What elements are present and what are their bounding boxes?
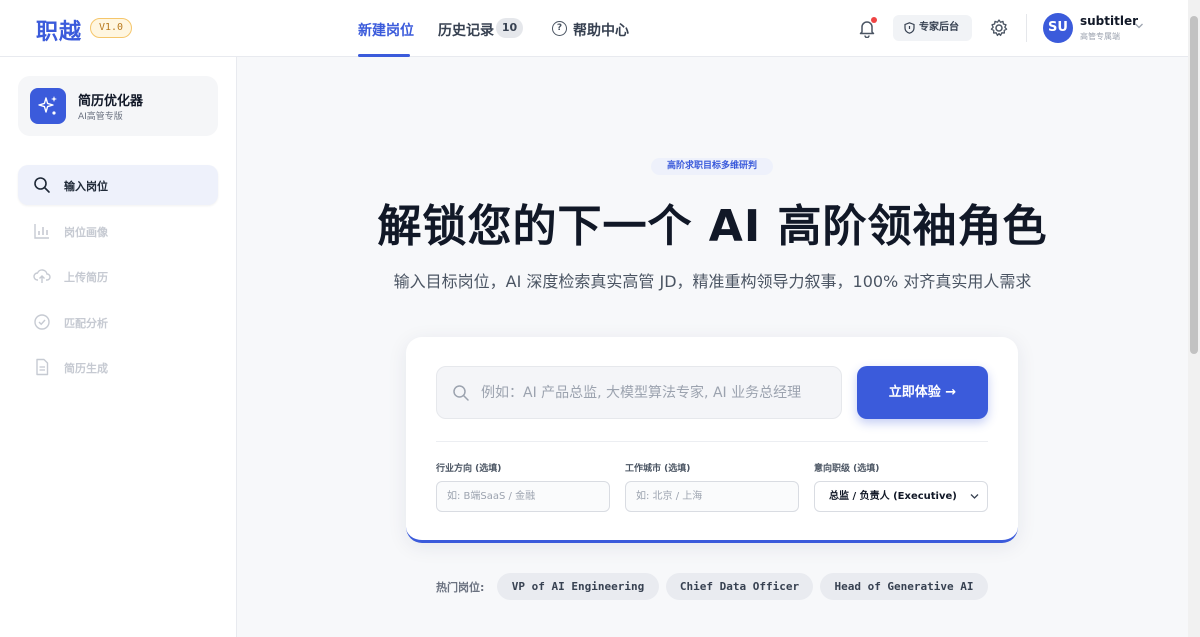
hot-tag[interactable]: Chief Data Officer xyxy=(666,573,813,600)
document-icon xyxy=(36,358,49,376)
brand-title: 简历优化器 xyxy=(78,94,144,109)
cloud-upload-icon xyxy=(33,269,51,283)
sidebar-item-job-profile[interactable]: 岗位画像 xyxy=(18,211,218,251)
app-logo[interactable]: 职越 xyxy=(36,14,82,46)
brand-subtitle: AI高管专版 xyxy=(78,112,123,122)
level-selected-value: 总监 / 负责人 (Executive) xyxy=(829,491,957,502)
top-header: 职越 V1.0 新建岗位 历史记录 10 ? 帮助中心 专家后台 SU subt… xyxy=(0,0,1188,57)
tab-help-center[interactable]: 帮助中心 xyxy=(573,20,629,40)
sidebar-item-upload-resume[interactable]: 上传简历 xyxy=(18,256,218,296)
question-circle-icon: ? xyxy=(552,21,567,36)
expert-label: 专家后台 xyxy=(919,22,959,33)
user-role: 高管专属端 xyxy=(1080,32,1120,41)
hot-tag[interactable]: VP of AI Engineering xyxy=(497,573,659,600)
page-subtitle: 输入目标岗位，AI 深度检索真实高管 JD，精准重构领导力叙事，100% 对齐真… xyxy=(393,272,1032,291)
sidebar-item-label: 岗位画像 xyxy=(64,226,108,239)
version-badge: V1.0 xyxy=(90,18,133,38)
hero-chip: 高阶求职目标多维研判 xyxy=(651,158,773,175)
level-select[interactable]: 总监 / 负责人 (Executive) xyxy=(814,481,988,512)
chevron-down-icon[interactable] xyxy=(1134,22,1144,30)
hot-positions-label: 热门岗位: xyxy=(436,581,485,594)
sidebar-item-input-job[interactable]: 输入岗位 xyxy=(18,165,218,205)
sidebar-item-label: 简历生成 xyxy=(64,362,108,375)
sparkle-icon xyxy=(30,88,66,124)
job-search-card: 立即体验 → 行业方向 (选填) 工作城市 (选填) 意向职级 (选填) 总监 … xyxy=(406,337,1018,543)
sidebar-item-label: 上传简历 xyxy=(64,271,108,284)
sidebar-item-label: 输入岗位 xyxy=(64,180,108,193)
tab-history[interactable]: 历史记录 xyxy=(438,20,494,40)
tab-new-job[interactable]: 新建岗位 xyxy=(358,20,414,40)
history-count-badge: 10 xyxy=(496,18,523,38)
page-title: 解锁您的下一个 AI 高阶领袖角色 xyxy=(377,201,1048,252)
check-circle-icon xyxy=(34,314,50,330)
search-box[interactable] xyxy=(436,366,842,419)
bar-chart-icon xyxy=(34,224,49,239)
scrollbar-thumb[interactable] xyxy=(1190,16,1198,354)
avatar[interactable]: SU xyxy=(1043,13,1073,43)
industry-label: 行业方向 (选填) xyxy=(436,464,502,474)
shield-icon xyxy=(904,22,915,34)
user-name[interactable]: subtitler xyxy=(1080,14,1138,28)
hot-tag[interactable]: Head of Generative AI xyxy=(820,573,988,600)
try-now-button[interactable]: 立即体验 → xyxy=(857,366,988,419)
notification-dot xyxy=(871,17,877,23)
card-divider xyxy=(436,441,988,442)
chevron-down-icon xyxy=(970,494,979,499)
search-icon xyxy=(453,385,469,401)
job-search-input[interactable] xyxy=(481,367,831,418)
sidebar-item-resume-generation[interactable]: 简历生成 xyxy=(18,347,218,387)
brand-card: 简历优化器 AI高管专版 xyxy=(18,76,218,136)
gear-icon[interactable] xyxy=(989,18,1009,38)
sidebar: 简历优化器 AI高管专版 输入岗位 岗位画像 上传简历 匹配分析 简历生成 xyxy=(0,57,237,637)
sidebar-item-label: 匹配分析 xyxy=(64,317,108,330)
level-label: 意向职级 (选填) xyxy=(814,464,880,474)
industry-input[interactable] xyxy=(436,481,610,512)
active-tab-indicator xyxy=(358,54,410,57)
city-label: 工作城市 (选填) xyxy=(625,464,691,474)
sidebar-item-match-analysis[interactable]: 匹配分析 xyxy=(18,302,218,342)
search-icon xyxy=(34,177,50,193)
expert-dashboard-button[interactable]: 专家后台 xyxy=(893,15,972,41)
header-divider xyxy=(1026,14,1027,42)
city-input[interactable] xyxy=(625,481,799,512)
